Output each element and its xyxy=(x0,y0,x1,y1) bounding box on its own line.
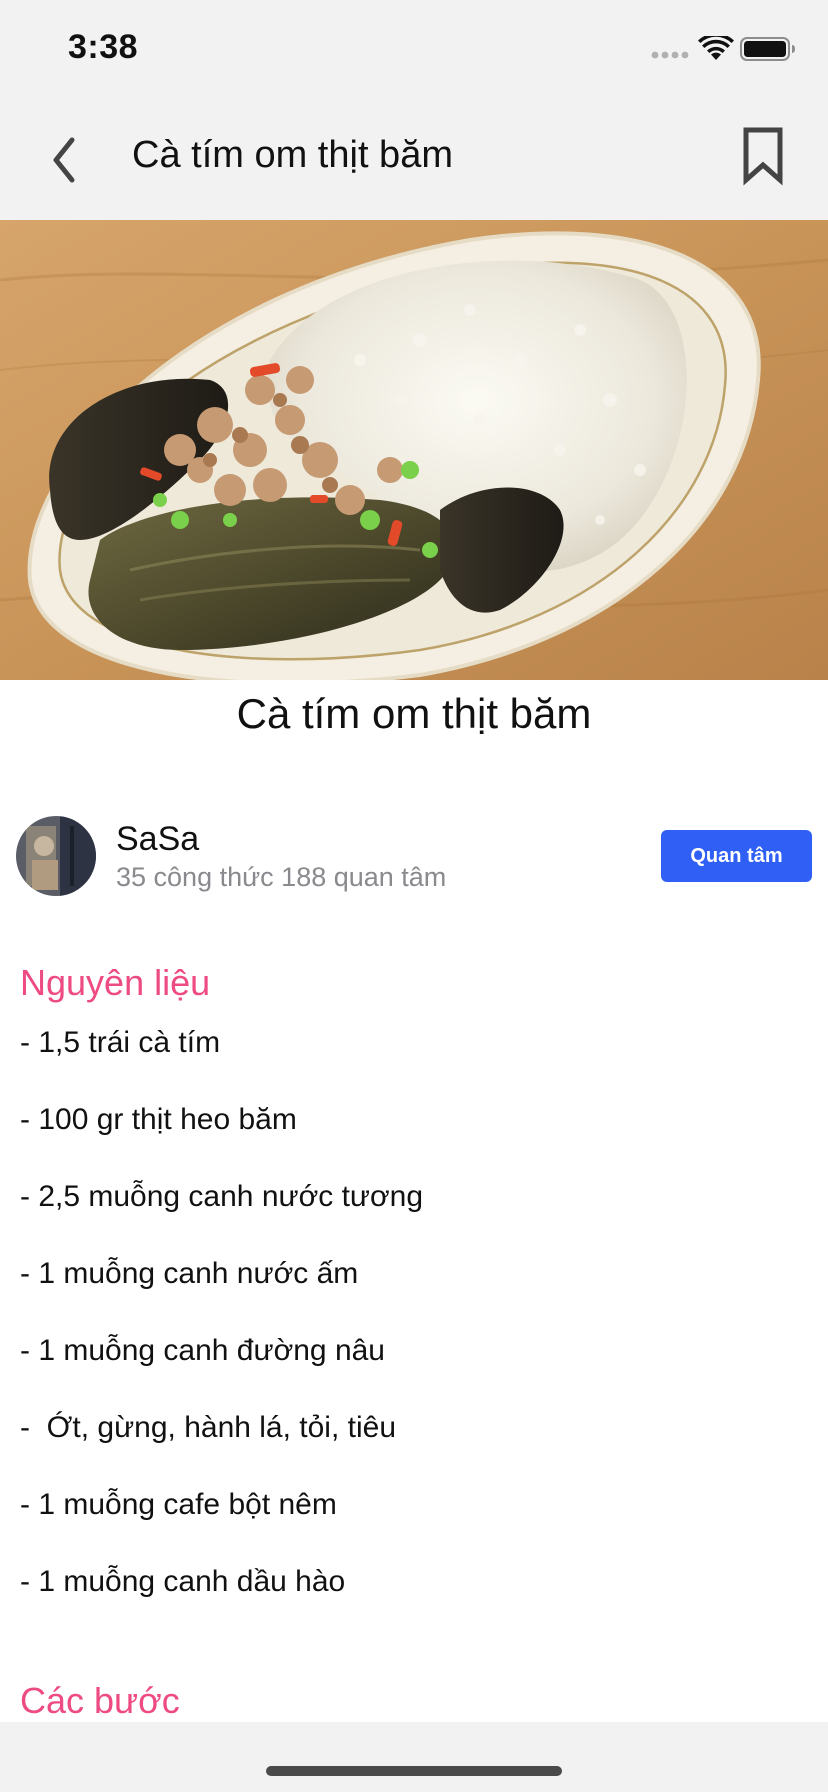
recipe-title: Cà tím om thịt băm xyxy=(236,690,592,737)
wifi-icon xyxy=(698,36,734,60)
ingredient-item: - Ớt, gừng, hành lá, tỏi, tiêu xyxy=(20,1411,397,1444)
status-bar: 3:38 xyxy=(0,0,828,100)
battery-icon xyxy=(740,37,795,61)
ingredient-item: - 100 gr thịt heo băm xyxy=(20,1103,297,1136)
cellular-signal-icon xyxy=(651,51,689,59)
home-indicator[interactable] xyxy=(266,1766,562,1776)
ingredient-item: - 1 muỗng canh dầu hào xyxy=(20,1565,346,1598)
ingredient-item: - 1,5 trái cà tím xyxy=(20,1026,221,1059)
ingredient-item: - 2,5 muỗng canh nước tương xyxy=(20,1180,424,1213)
bookmark-icon xyxy=(743,127,783,186)
follow-button[interactable]: Quan tâm xyxy=(661,830,812,882)
recipe-photo xyxy=(0,220,828,680)
recipe-photo-illustration xyxy=(0,220,828,680)
ingredient-item: - 1 muỗng cafe bột nêm xyxy=(20,1488,337,1521)
steps-heading: Các bước xyxy=(20,1680,180,1721)
author-row: SaSa 35 công thức 188 quan tâm Quan tâm xyxy=(0,814,828,900)
navigation-bar: Cà tím om thịt băm xyxy=(0,100,828,220)
ingredients-list: - 1,5 trái cà tím - 100 gr thịt heo băm … xyxy=(20,1024,423,1640)
author-stats: 35 công thức 188 quan tâm xyxy=(116,862,447,892)
status-time: 3:38 xyxy=(68,28,139,66)
chevron-left-icon xyxy=(53,137,75,183)
author-name[interactable]: SaSa xyxy=(116,820,199,859)
avatar-image xyxy=(16,816,96,896)
home-bar xyxy=(0,1722,828,1792)
ingredient-item: - 1 muỗng canh nước ấm xyxy=(20,1257,359,1290)
back-button[interactable] xyxy=(40,128,90,188)
nav-title: Cà tím om thịt băm xyxy=(132,134,453,176)
ingredient-item: - 1 muỗng canh đường nâu xyxy=(20,1334,385,1367)
bookmark-button[interactable] xyxy=(736,124,790,188)
ingredients-heading: Nguyên liệu xyxy=(20,962,211,1003)
avatar[interactable] xyxy=(16,816,96,896)
